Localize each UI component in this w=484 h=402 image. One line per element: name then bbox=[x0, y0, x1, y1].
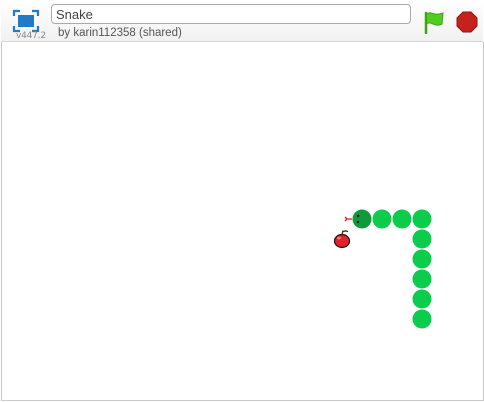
snake-segment bbox=[412, 289, 432, 309]
scratch-player: v447.2 by karin112358 (shared) bbox=[0, 0, 484, 402]
green-flag-icon[interactable] bbox=[422, 10, 446, 34]
player-header: v447.2 by karin112358 (shared) bbox=[1, 1, 483, 42]
snake-segment bbox=[412, 309, 432, 329]
snake-segment bbox=[412, 229, 432, 249]
stage[interactable] bbox=[1, 42, 484, 401]
stage-canvas bbox=[333, 209, 432, 329]
stop-sign-icon[interactable] bbox=[456, 11, 478, 33]
author-label: by karin112358 (shared) bbox=[58, 27, 182, 39]
snake-head bbox=[344, 209, 372, 229]
project-title-input[interactable] bbox=[51, 4, 411, 24]
version-label: v447.2 bbox=[16, 31, 46, 41]
snake-segment bbox=[412, 209, 432, 229]
snake-segment bbox=[412, 249, 432, 269]
fullscreen-icon[interactable] bbox=[12, 9, 40, 33]
snake-segment bbox=[392, 209, 412, 229]
snake-segment bbox=[372, 209, 392, 229]
apple-sprite bbox=[333, 230, 351, 249]
snake-segment bbox=[412, 269, 432, 289]
snake-sprite bbox=[344, 209, 432, 329]
